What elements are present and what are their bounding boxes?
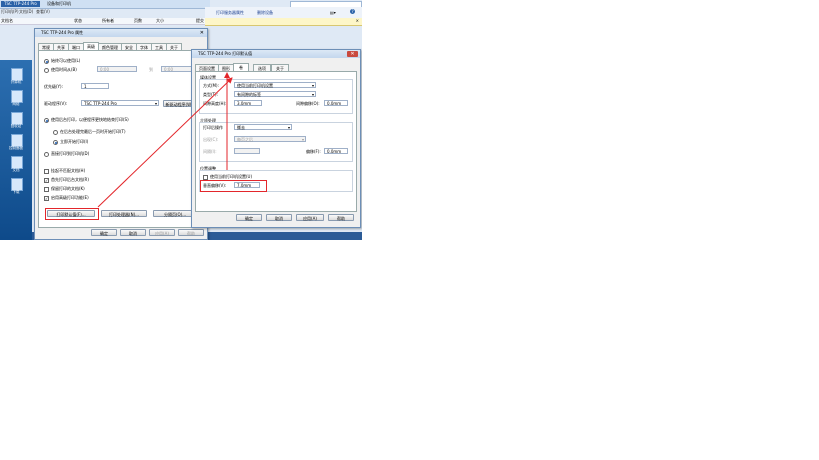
arrow-to-defaults-window bbox=[97, 77, 233, 208]
screenshot-area: TSC TTP-244 Pro 设备和打印机 打印机(P) 文档(D) 查看(V… bbox=[0, 0, 362, 240]
annotation-arrows bbox=[97, 72, 233, 208]
